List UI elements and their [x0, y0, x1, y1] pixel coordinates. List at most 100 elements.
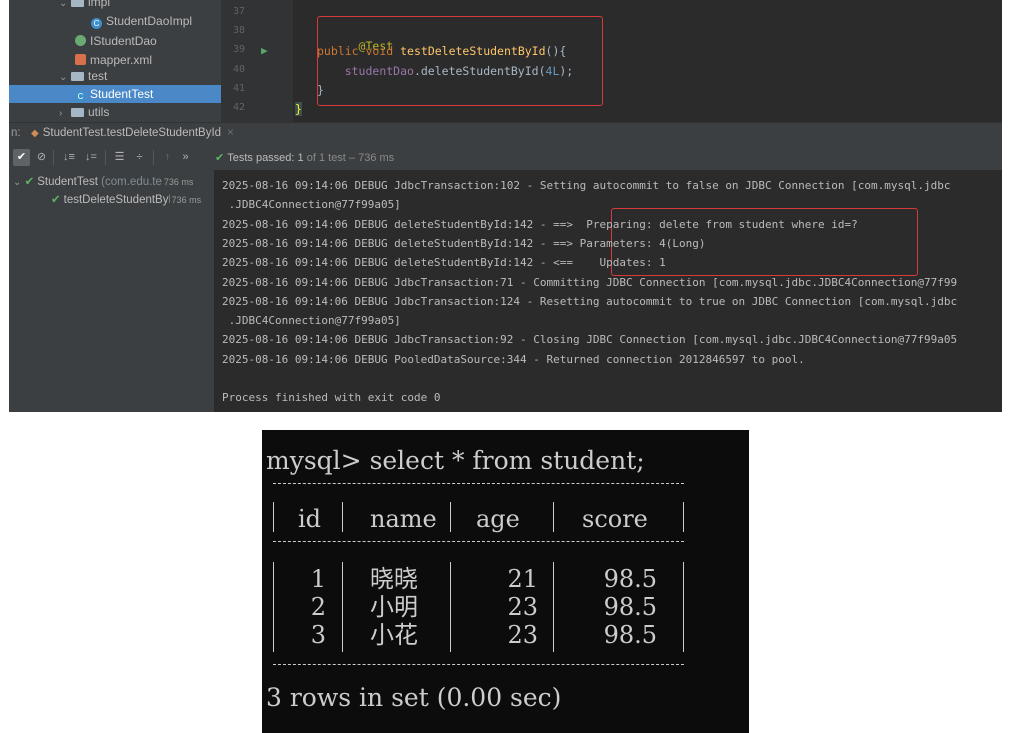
line-number: 37 — [233, 6, 246, 17]
table-vline — [342, 562, 343, 652]
console-line: 2025-08-16 09:14:06 DEBUG deleteStudentB… — [222, 256, 666, 270]
table-vline — [450, 502, 451, 532]
chevron-down-icon: ⌄ — [13, 177, 22, 188]
test-config-icon: ◆ — [31, 128, 39, 139]
expand-all-button[interactable]: ☰ — [111, 149, 128, 166]
mysql-prompt: mysql> — [266, 446, 362, 475]
table-cell: 98.5 — [603, 565, 657, 593]
chevron-down-icon[interactable]: ⌄ — [59, 0, 71, 13]
tests-passed-count: 1 — [297, 152, 304, 164]
sort-duration-button[interactable]: ↓= — [81, 149, 101, 166]
table-border-header — [273, 541, 684, 543]
collapse-all-button[interactable]: ÷ — [131, 149, 148, 166]
mysql-terminal: mysql> select * from student; id name ag… — [262, 430, 749, 733]
table-cell: 98.5 — [603, 593, 657, 621]
table-vline — [273, 502, 274, 532]
console-line: 2025-08-16 09:14:06 DEBUG JdbcTransactio… — [222, 275, 958, 289]
table-cell: 小明 — [370, 593, 418, 621]
test-suite-row[interactable]: ⌄ ✔ StudentTest (com.edu.te 736 ms — [13, 173, 213, 191]
run-tab-title: StudentTest.testDeleteStudentById — [42, 127, 222, 139]
class-icon: C — [75, 91, 86, 102]
folder-icon — [71, 0, 84, 7]
table-cell: 1 — [310, 565, 326, 593]
xml-file-icon — [75, 54, 86, 65]
project-tree-label: StudentTest — [90, 87, 154, 101]
tests-passed-label: Tests passed: — [227, 152, 295, 164]
project-tree-item[interactable]: C StudentDaoImpl — [91, 12, 192, 30]
interface-icon — [75, 35, 86, 46]
check-icon: ✔ — [51, 194, 61, 206]
project-tree-item[interactable]: ⌄ test — [59, 67, 107, 85]
check-icon: ✔ — [24, 176, 35, 188]
folder-icon — [71, 72, 84, 81]
ide-window: ⌄ impl C StudentDaoImpl IStudentDao mapper.xm… — [9, 0, 1002, 412]
command-line: mysql> select * from student; — [266, 447, 645, 474]
console-line: .JDBC4Connection@77f99a05] — [222, 198, 401, 212]
table-vline — [683, 562, 684, 652]
column-header-name: name — [370, 505, 437, 533]
previous-failed-button[interactable]: ↑ — [159, 149, 176, 166]
project-tree-item[interactable]: › utils — [59, 103, 109, 121]
close-icon[interactable]: × — [227, 127, 234, 139]
console-line: .JDBC4Connection@77f99a05] — [222, 314, 401, 328]
project-tree-label: test — [88, 69, 108, 83]
table-cell: 98.5 — [603, 621, 657, 649]
console-line: 2025-08-16 09:14:06 DEBUG PooledDataSour… — [222, 170, 745, 173]
test-suite-name: StudentTest — [37, 176, 98, 188]
run-tab[interactable]: ◆ StudentTest.testDeleteStudentById × — [31, 127, 234, 139]
run-label: n: — [11, 127, 21, 139]
console-output[interactable]: 2025-08-16 09:14:06 DEBUG PooledDataSour… — [214, 170, 1002, 412]
table-cell: 小花 — [370, 621, 418, 649]
project-tree-item[interactable]: IStudentDao — [75, 32, 157, 50]
test-suite-package: (com.edu.te — [101, 176, 162, 188]
console-line: 2025-08-16 09:14:06 DEBUG JdbcTransactio… — [222, 294, 958, 308]
run-toolbar: ✔ ⊘ ↓≡ ↓= ☰ ÷ ↑ » ✔ Tests passed: 1 of 1 … — [9, 146, 1002, 170]
check-icon: ✔ — [215, 152, 225, 164]
show-ignored-button[interactable]: ⊘ — [33, 149, 50, 166]
sort-alpha-button[interactable]: ↓≡ — [59, 149, 79, 166]
console-line: 2025-08-16 09:14:06 DEBUG JdbcTransactio… — [222, 179, 951, 192]
project-tree-label: utils — [88, 105, 110, 119]
line-number: 38 — [233, 25, 246, 36]
test-case-row[interactable]: ✔ testDeleteStudentById736 ms — [51, 191, 213, 209]
class-icon: C — [91, 18, 102, 29]
editor-gutter: ▶ 37 38 39 40 41 42 — [221, 0, 293, 122]
test-results-tree: ⌄ ✔ StudentTest (com.edu.te 736 ms ✔ testDe… — [9, 170, 214, 412]
column-header-score: score — [582, 505, 648, 533]
run-test-icon[interactable]: ▶ — [261, 44, 268, 57]
more-actions-button[interactable]: » — [177, 149, 194, 166]
table-vline — [553, 502, 554, 532]
line-number: 39 — [233, 44, 246, 55]
console-line: Process finished with exit code 0 — [222, 391, 441, 405]
console-line: 2025-08-16 09:14:06 DEBUG deleteStudentB… — [222, 236, 706, 250]
table-vline — [553, 562, 554, 652]
code-editor[interactable]: @Test public void testDeleteStudentById(… — [293, 0, 1002, 122]
close-brace-outer: } — [295, 102, 302, 116]
project-tree-label: mapper.xml — [90, 53, 153, 67]
line-number: 41 — [233, 83, 246, 94]
tests-passed-detail: of 1 test – 736 ms — [306, 152, 395, 164]
chevron-right-icon[interactable]: › — [59, 105, 71, 123]
table-cell: 23 — [507, 593, 538, 621]
console-line: 2025-08-16 09:14:06 DEBUG PooledDataSour… — [222, 352, 805, 366]
sql-command: select * from student; — [369, 446, 645, 475]
code-highlight-box — [317, 16, 603, 106]
test-case-name: testDeleteStudentById — [63, 194, 170, 206]
test-case-duration: 736 ms — [171, 195, 202, 205]
show-passed-button[interactable]: ✔ — [13, 149, 30, 166]
tests-passed-status: ✔ Tests passed: 1 of 1 test – 736 ms — [215, 151, 394, 164]
run-tool-window-tabs: n: ◆ StudentTest.testDeleteStudentById × — [9, 122, 1002, 146]
project-tree-label: StudentDaoImpl — [106, 14, 193, 28]
test-suite-duration: 736 ms — [163, 177, 194, 187]
table-vline — [683, 502, 684, 532]
project-tree-label: impl — [88, 0, 111, 9]
table-border-top — [273, 483, 684, 485]
table-vline — [450, 562, 451, 652]
project-tree-item[interactable]: ⌄ impl — [59, 0, 110, 11]
project-tree-label: IStudentDao — [90, 34, 157, 48]
line-number: 42 — [233, 102, 246, 113]
table-cell: 2 — [310, 593, 326, 621]
column-header-id: id — [298, 505, 322, 533]
console-line: 2025-08-16 09:14:06 DEBUG deleteStudentB… — [222, 217, 858, 231]
table-cell: 晓晓 — [370, 565, 418, 593]
